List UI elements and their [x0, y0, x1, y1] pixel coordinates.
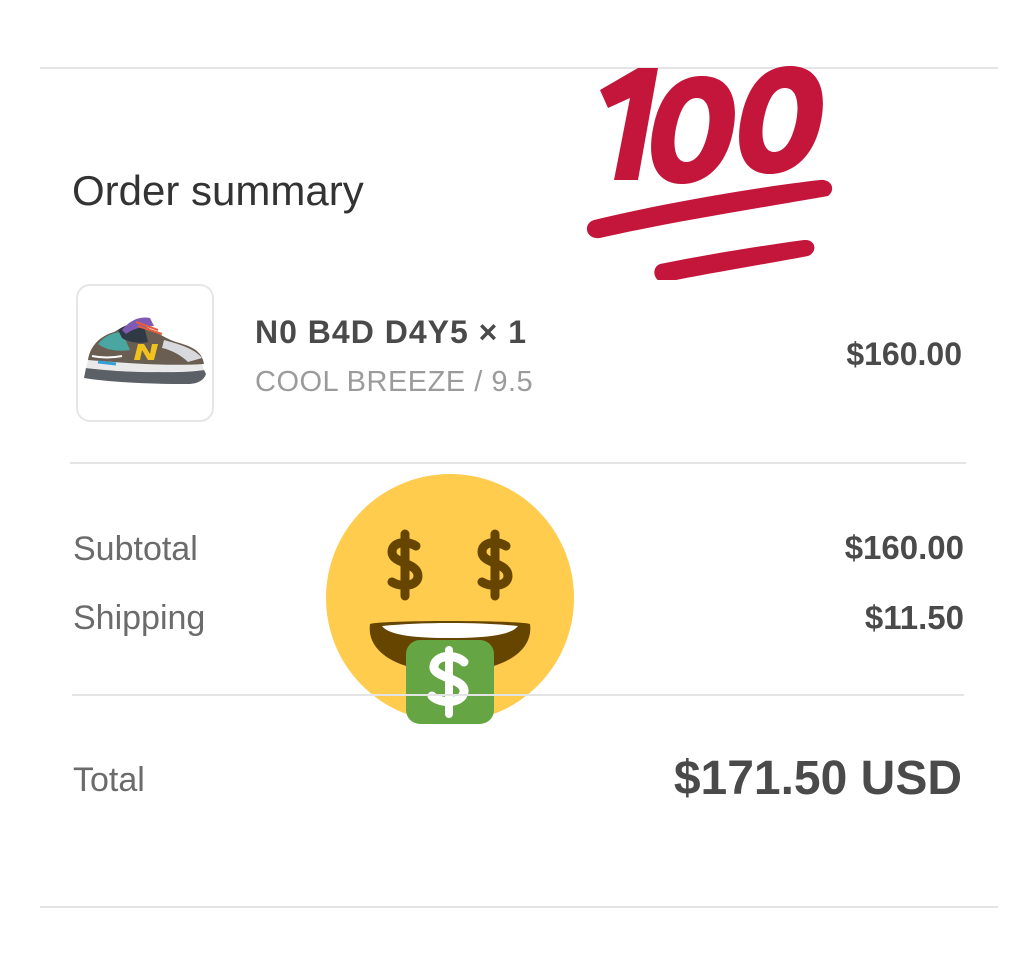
product-name: N0 B4D D4Y5 × 1 [255, 314, 528, 350]
subtotal-label: Subtotal [73, 530, 198, 568]
order-summary-heading: Order summary [72, 167, 364, 214]
total-value: $171.50 USD [673, 752, 962, 805]
money-mouth-face-emoji-icon [322, 474, 578, 729]
shipping-value: $11.50 [864, 599, 964, 636]
shipping-label: Shipping [73, 599, 206, 637]
line-item-price: $160.00 [846, 336, 962, 372]
product-thumbnail [76, 284, 214, 422]
totals-divider [72, 694, 964, 696]
bottom-divider [40, 906, 998, 908]
total-label: Total [73, 761, 145, 799]
product-variant: COOL BREEZE / 9.5 [255, 366, 534, 398]
subtotal-value: $160.00 [844, 529, 964, 566]
items-divider [70, 462, 966, 464]
hundred-points-emoji-icon [580, 40, 840, 285]
top-divider [40, 67, 998, 69]
sneaker-icon [84, 317, 206, 384]
